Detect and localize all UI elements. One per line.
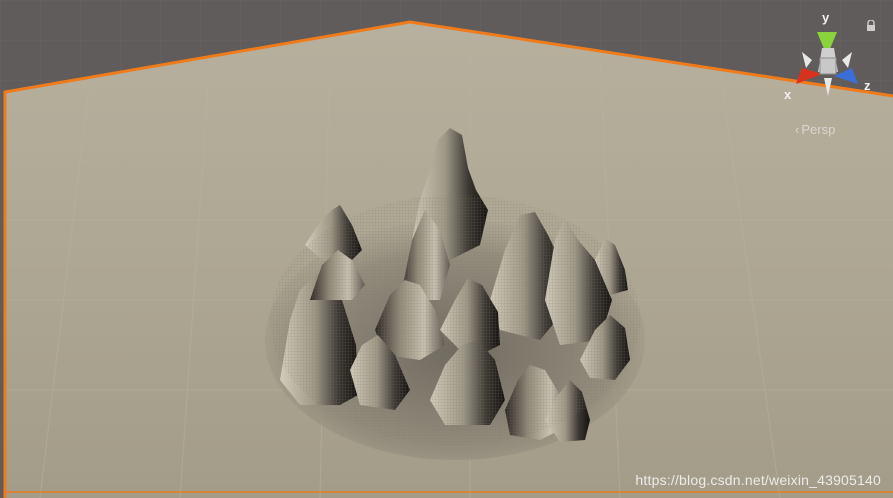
watermark-url: https://blog.csdn.net/weixin_43905140 <box>635 472 881 488</box>
orientation-gizmo[interactable]: y x z <box>782 10 872 102</box>
scene-view[interactable]: y x z ‹ Persp https://blog.csdn.net/weix… <box>0 0 893 498</box>
gizmo-x-axis-cone <box>796 68 822 84</box>
gizmo-y-label: y <box>822 10 830 25</box>
gizmo-center-cube <box>819 57 837 75</box>
scene-canvas[interactable] <box>0 0 893 498</box>
chevron-left-icon: ‹ <box>795 122 800 137</box>
projection-label: Persp <box>801 122 836 137</box>
gizmo-z-label: z <box>864 78 871 93</box>
gizmo-x-label: x <box>784 87 792 102</box>
projection-toggle[interactable]: ‹ Persp <box>795 122 835 137</box>
lock-icon[interactable] <box>866 20 876 32</box>
